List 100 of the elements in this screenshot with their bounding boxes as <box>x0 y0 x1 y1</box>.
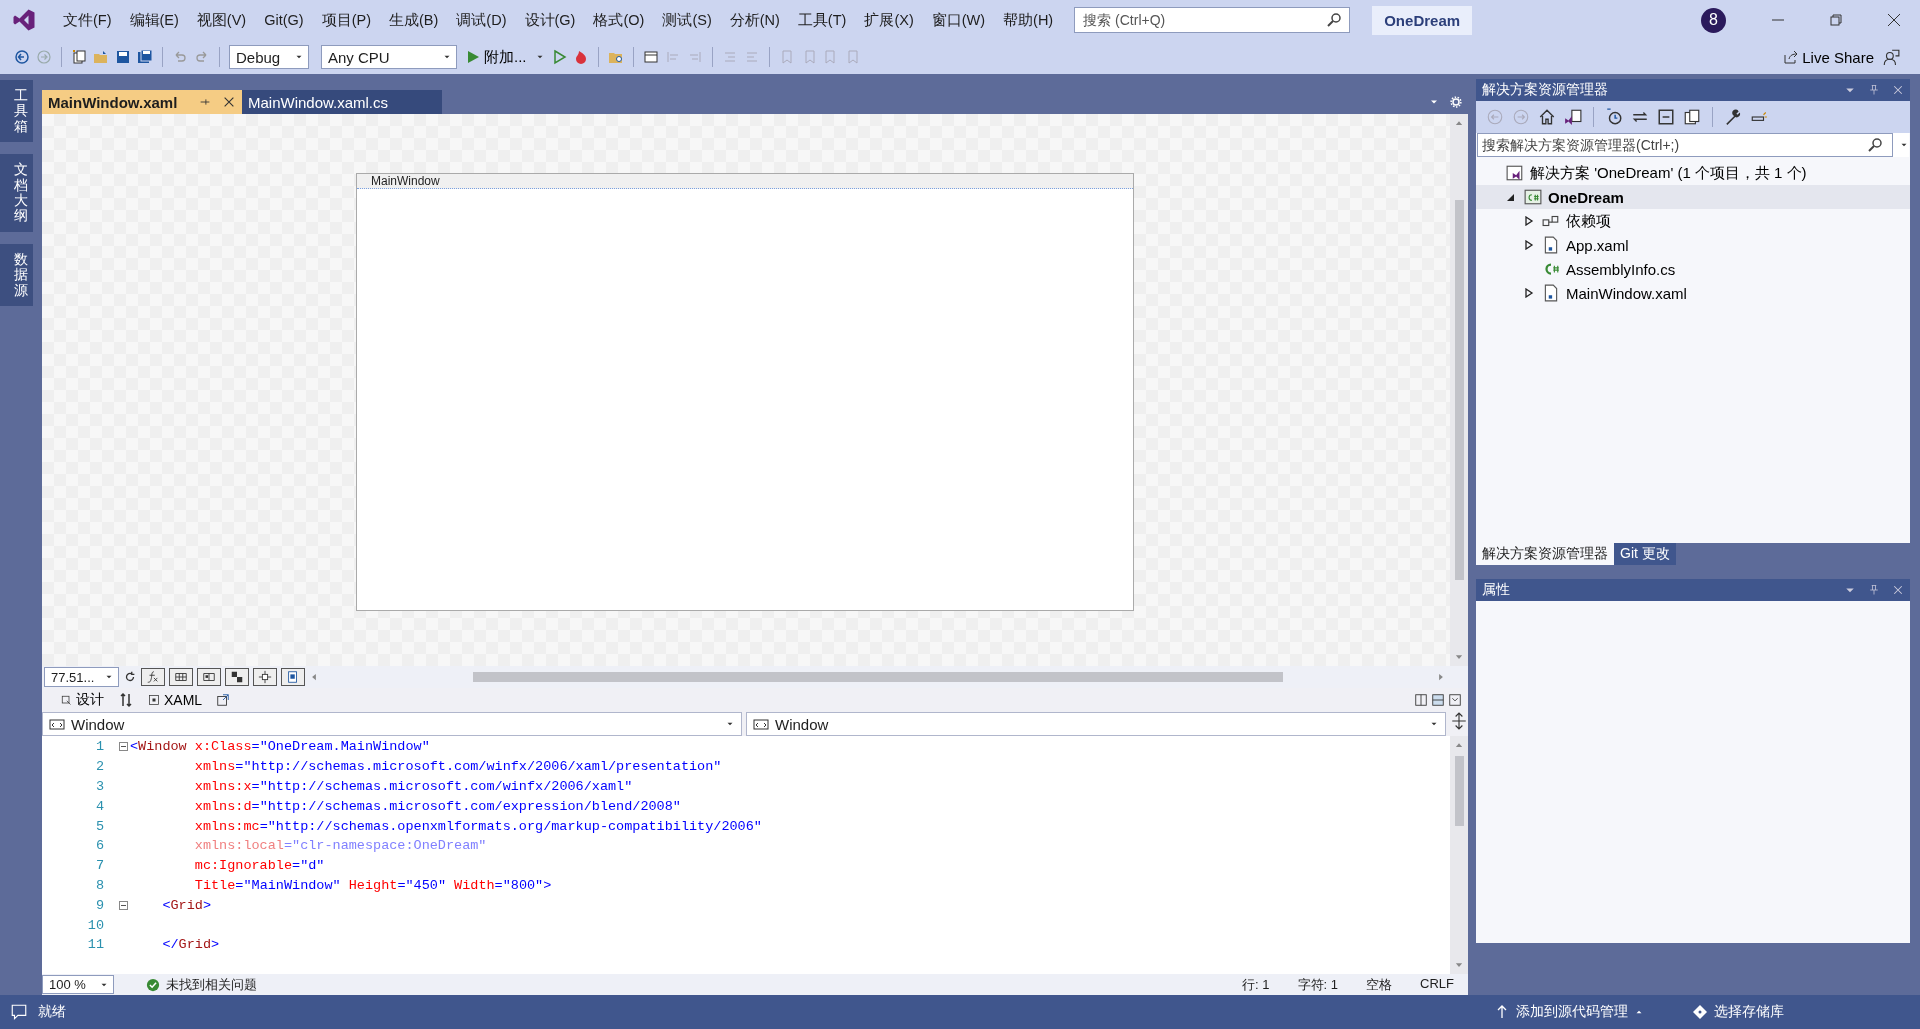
restore-icon[interactable] <box>1828 12 1844 28</box>
show-all-files-icon[interactable] <box>1683 108 1701 126</box>
formula-icon[interactable] <box>146 670 160 684</box>
code-line: xmlns="http://schemas.microsoft.com/winfx/2006/xaml/presentation" <box>193 759 722 775</box>
side-tab[interactable]: 工具箱 <box>0 80 33 143</box>
popout-icon[interactable] <box>216 693 231 707</box>
scrollbar-thumb[interactable] <box>1454 756 1464 826</box>
vertical-split-icon[interactable] <box>1414 693 1428 707</box>
notification-badge[interactable]: 8 <box>1701 7 1726 33</box>
menu-item[interactable]: 窗口(W) <box>922 6 995 34</box>
zoom-dropdown[interactable]: 100 % <box>42 975 114 994</box>
checker-icon[interactable] <box>230 670 244 684</box>
menu-item[interactable]: 编辑(E) <box>120 6 188 34</box>
tree-item[interactable]: 依赖项 <box>1476 209 1910 233</box>
menu-item[interactable]: 文件(F) <box>54 6 121 34</box>
menu-item[interactable]: 分析(N) <box>720 6 789 34</box>
switch-views-icon[interactable] <box>1564 108 1582 126</box>
live-share-button[interactable]: Live Share <box>1781 48 1876 66</box>
element-icon <box>49 716 65 732</box>
collapsed-arrow-icon[interactable] <box>1524 288 1534 298</box>
pin-icon[interactable] <box>1868 584 1880 596</box>
solution-icon <box>1506 164 1524 182</box>
menu-item[interactable]: 扩展(X) <box>855 6 923 34</box>
menu-item[interactable]: 格式(O) <box>584 6 654 34</box>
new-project-icon[interactable] <box>71 49 87 65</box>
platform-dropdown[interactable]: Any CPU <box>321 45 457 69</box>
search-icon <box>1867 137 1883 153</box>
save-all-icon[interactable] <box>137 49 153 65</box>
zoom-dropdown[interactable]: 77.51... <box>44 667 119 687</box>
tree-item[interactable]: AssemblyInfo.cs <box>1476 257 1910 281</box>
view-tab[interactable]: XAML <box>140 690 211 710</box>
panel-tab[interactable]: 解决方案资源管理器 <box>1476 543 1614 565</box>
add-source-control-button[interactable]: 添加到源代码管理 <box>1488 1002 1650 1022</box>
start-button[interactable]: 附加... <box>463 47 529 67</box>
solution-name: OneDream <box>1372 5 1473 35</box>
refresh-icon[interactable] <box>123 670 137 684</box>
line-ending-indicator[interactable]: CRLF <box>1420 975 1454 994</box>
element-dropdown[interactable]: Window <box>42 712 742 736</box>
menu-item[interactable]: Git(G) <box>255 8 313 32</box>
snap-lines-icon[interactable] <box>258 670 272 684</box>
save-icon[interactable] <box>115 49 131 65</box>
menu-item[interactable]: 帮助(H) <box>994 6 1063 34</box>
output-icon[interactable] <box>10 1003 28 1021</box>
whitespace-indicator[interactable]: 空格 <box>1366 975 1393 994</box>
window-layout-icon[interactable] <box>642 49 659 65</box>
menu-item[interactable]: 调试(D) <box>447 6 516 34</box>
collapsed-arrow-icon[interactable] <box>1524 216 1534 226</box>
menu-item[interactable]: 工具(T) <box>788 6 856 34</box>
side-tab[interactable]: 数据源 <box>0 243 33 306</box>
member-dropdown[interactable]: Window <box>746 712 1446 736</box>
collapse-icon[interactable] <box>118 900 128 910</box>
settings-icon[interactable] <box>1450 96 1462 108</box>
window-preview[interactable]: MainWindow <box>356 173 1134 611</box>
horizontal-split-icon[interactable] <box>1431 693 1445 707</box>
menu-item[interactable]: 设计(G) <box>515 6 585 34</box>
tree-item[interactable]: MainWindow.xaml <box>1476 281 1910 305</box>
issues-status[interactable]: 未找到相关问题 <box>166 975 257 994</box>
back-icon[interactable] <box>14 49 30 65</box>
code-line: <Window x:Class="OneDream.MainWindow" <box>130 739 430 755</box>
home-icon[interactable] <box>1538 108 1556 126</box>
document-tab[interactable]: MainWindow.xaml <box>42 90 242 114</box>
select-repository-button[interactable]: 选择存储库 <box>1686 1002 1790 1022</box>
menu-item[interactable]: 项目(P) <box>312 6 380 34</box>
device-icon[interactable] <box>286 670 300 684</box>
close-icon[interactable] <box>1886 12 1902 28</box>
collapse-all-icon[interactable] <box>1657 108 1675 126</box>
csharp-file-icon <box>1542 260 1560 278</box>
search-field[interactable]: 搜索 (Ctrl+Q) <box>1074 7 1351 33</box>
grid-icon[interactable] <box>174 670 188 684</box>
line-number: 2 <box>94 759 105 775</box>
split-editor-icon[interactable] <box>1450 712 1468 730</box>
scrollbar-thumb[interactable] <box>1454 200 1464 580</box>
menu-item[interactable]: 生成(B) <box>380 6 448 34</box>
menu-item[interactable]: 视图(V) <box>187 6 256 34</box>
search-field[interactable]: 搜索解决方案资源管理器(Ctrl+;) <box>1477 133 1893 157</box>
tree-item[interactable]: OneDream <box>1476 185 1910 209</box>
collapsed-arrow-icon[interactable] <box>1524 240 1534 250</box>
collapse-pane-icon[interactable] <box>1448 693 1462 707</box>
swap-panes-icon[interactable] <box>118 692 134 708</box>
pending-changes-icon[interactable] <box>1605 108 1623 126</box>
pin-icon[interactable] <box>1868 84 1880 96</box>
document-tab[interactable]: MainWindow.xaml.cs <box>242 90 442 114</box>
feedback-icon[interactable] <box>1882 48 1900 66</box>
close-tab-icon[interactable] <box>222 95 236 109</box>
configuration-dropdown[interactable]: Debug <box>229 45 309 69</box>
tree-item[interactable]: App.xaml <box>1476 233 1910 257</box>
xaml-icon <box>148 694 160 706</box>
view-tab[interactable]: 设计 <box>52 689 112 711</box>
git-icon <box>1692 1004 1708 1020</box>
scrollbar-thumb[interactable] <box>473 672 1283 682</box>
tree-item[interactable]: 解决方案 'OneDream' (1 个项目，共 1 个) <box>1476 161 1910 185</box>
side-tab[interactable]: 文档大纲 <box>0 154 33 232</box>
snap-grid-icon[interactable] <box>202 670 216 684</box>
wrench-icon[interactable] <box>1724 108 1742 126</box>
menu-item[interactable]: 测试(S) <box>653 6 721 34</box>
success-icon <box>146 977 160 992</box>
collapse-icon[interactable] <box>118 742 128 752</box>
element-icon <box>753 716 769 732</box>
expanded-arrow-icon[interactable] <box>1506 192 1516 202</box>
panel-tab[interactable]: Git 更改 <box>1614 543 1676 565</box>
